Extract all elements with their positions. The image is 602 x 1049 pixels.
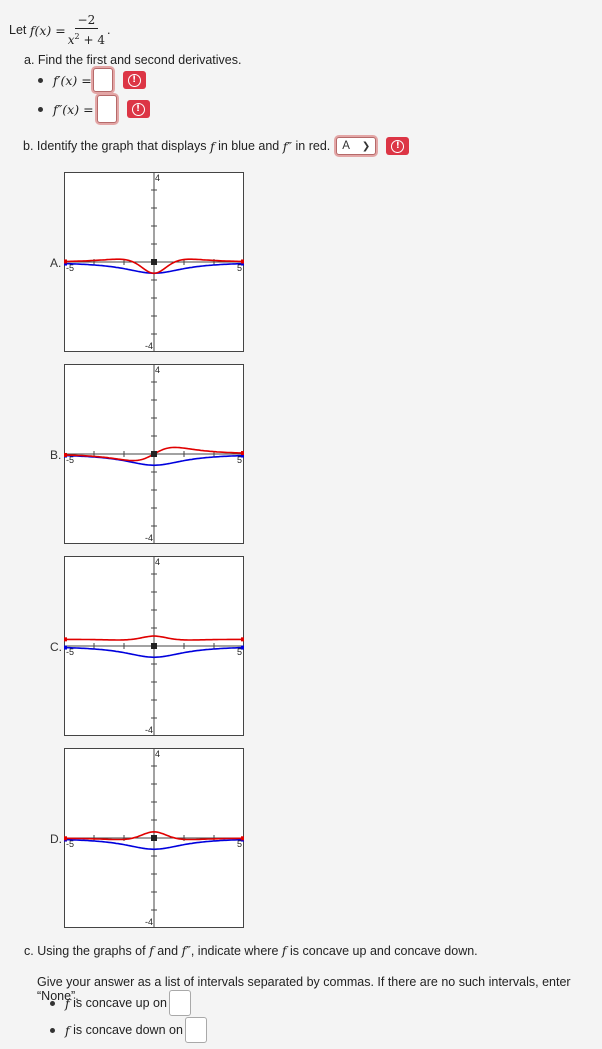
exclamation-icon: ! <box>131 102 145 116</box>
numerator: −2 <box>74 12 99 29</box>
graph-option-b: 4 -4 -5 5 <box>64 364 244 544</box>
concave-up-row: f is concave up on <box>50 990 191 1016</box>
y-max-label: 4 <box>155 173 160 183</box>
let-label: Let <box>9 23 27 37</box>
second-derivative-row: f″(x) = ! <box>38 95 150 123</box>
concave-down-row: f is concave down on <box>50 1017 207 1043</box>
bullet <box>38 106 43 112</box>
graph-option-d: 4 -4 -5 5 <box>64 748 244 928</box>
chevron-down-icon: ❯ <box>361 140 371 152</box>
graph-option-a: 4 -4 -5 5 <box>64 172 244 352</box>
second-derivative-label: f″(x) = <box>53 101 94 117</box>
origin-marker <box>151 643 157 649</box>
bullet <box>50 1027 55 1033</box>
blue-endpoint <box>64 645 67 650</box>
graph-plot: 4-4-5 5 <box>64 748 244 928</box>
second-derivative-error-button[interactable]: ! <box>126 100 150 118</box>
red-endpoint <box>64 452 67 457</box>
graph-select[interactable]: A ❯ <box>336 137 377 155</box>
y-max-label: 4 <box>155 365 160 375</box>
red-endpoint <box>241 451 244 456</box>
red-endpoint <box>241 259 244 264</box>
y-max-label: 4 <box>155 557 160 567</box>
graph-option-label: D. <box>50 832 62 846</box>
denominator: x2 + 4 <box>67 32 105 47</box>
graph-option-label: C. <box>50 640 62 654</box>
red-endpoint <box>64 259 67 264</box>
concave-down-input[interactable] <box>184 1017 207 1043</box>
concave-up-label: is concave up on <box>73 996 167 1010</box>
red-endpoint <box>64 637 67 642</box>
y-min-label: -4 <box>145 725 153 735</box>
graph-select-error-button[interactable]: ! <box>386 137 410 155</box>
graph-option-label: A. <box>50 256 62 270</box>
first-derivative-error-button[interactable]: ! <box>122 71 146 89</box>
function-definition: Let f(x) = −2 x2 + 4 . <box>9 12 111 48</box>
y-min-label: -4 <box>145 341 153 351</box>
concave-down-label: is concave down on <box>73 1023 183 1037</box>
graph-option-label: B. <box>50 448 62 462</box>
origin-marker <box>151 451 157 457</box>
bullet <box>38 77 43 83</box>
graph-plot: 4-4-5 5 <box>64 364 244 544</box>
graph-option-c: 4 -4 -5 5 <box>64 556 244 736</box>
red-endpoint <box>64 836 67 841</box>
graph-select-value: A <box>342 140 350 152</box>
y-min-label: -4 <box>145 533 153 543</box>
part-a-prompt: a. Find the first and second derivatives… <box>24 53 242 67</box>
blue-endpoint <box>241 645 244 650</box>
bullet <box>50 1000 55 1006</box>
red-endpoint <box>241 836 244 841</box>
red-endpoint <box>241 637 244 642</box>
origin-marker <box>151 259 157 265</box>
y-max-label: 4 <box>155 749 160 759</box>
part-b-prompt: b. Identify the graph that displays f in… <box>23 137 410 155</box>
first-derivative-input[interactable] <box>92 68 113 92</box>
first-derivative-row: f′(x) = ! <box>38 68 146 92</box>
concave-up-input[interactable] <box>168 990 191 1016</box>
function-lhs: f(x) = <box>29 22 66 38</box>
graph-plot: 4-4-5 5 <box>64 556 244 736</box>
first-derivative-label: f′(x) = <box>53 72 92 88</box>
exclamation-icon: ! <box>391 139 405 153</box>
origin-marker <box>151 835 157 841</box>
second-derivative-input[interactable] <box>96 95 117 123</box>
exclamation-icon: ! <box>127 73 141 87</box>
part-c-prompt: c. Using the graphs of f and f″, indicat… <box>24 943 478 958</box>
y-min-label: -4 <box>145 917 153 927</box>
graph-plot: 4-4-5 5 <box>64 172 244 352</box>
function-fraction: −2 x2 + 4 <box>68 12 105 48</box>
